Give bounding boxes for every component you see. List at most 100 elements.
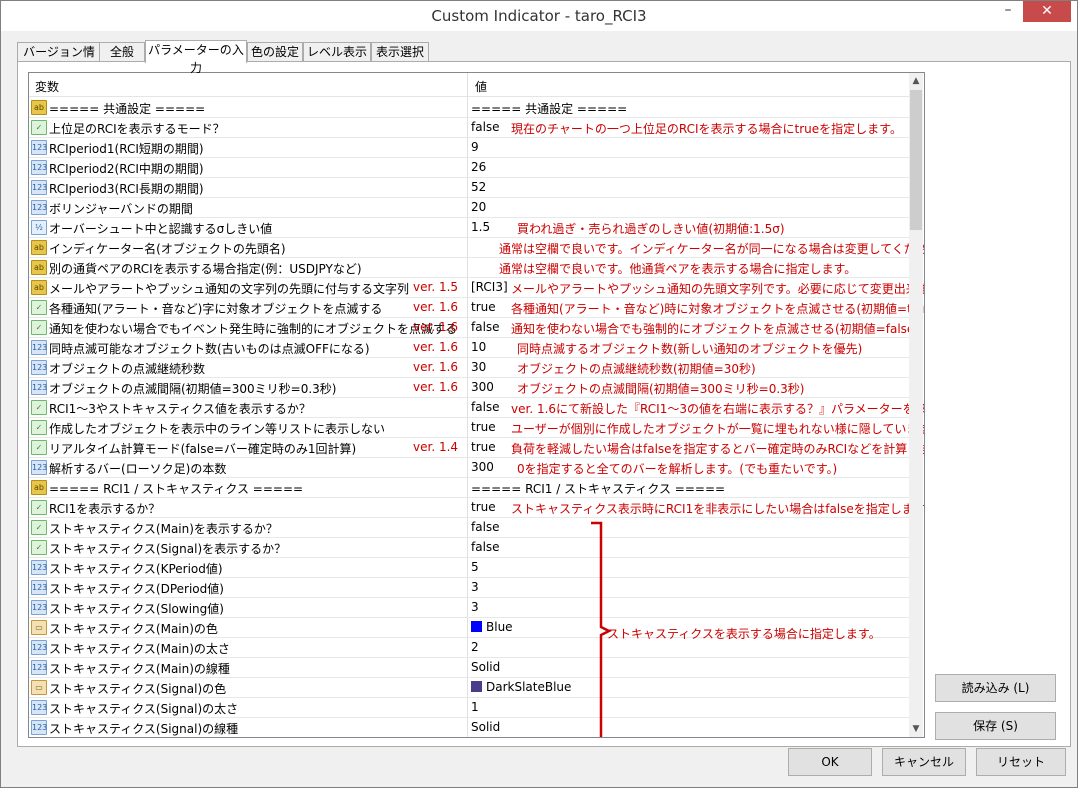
param-value[interactable]: true <box>471 420 496 434</box>
ok-button[interactable]: OK <box>788 748 872 776</box>
param-name: リアルタイム計算モード(false=バー確定時のみ1回計算) <box>49 442 357 456</box>
integer-icon: 123 <box>31 460 47 475</box>
table-row[interactable]: 123 ストキャスティクス(Signal)の線種 Solid <box>29 717 909 737</box>
string-icon: ab <box>31 100 47 115</box>
row-annotation: 負荷を軽減したい場合はfalseを指定するとバー確定時のみRCIなどを計算します… <box>511 442 925 456</box>
table-row[interactable]: ✓ ストキャスティクス(Main)を表示するか？ false <box>29 517 909 538</box>
param-value[interactable]: 300 <box>471 460 494 474</box>
param-value[interactable]: 5 <box>471 560 479 574</box>
table-row[interactable]: 123 オブジェクトの点滅間隔(初期値=300ミリ秒=0.3秒) ver. 1.6 3… <box>29 377 909 398</box>
table-row[interactable]: 123 ストキャスティクス(Main)の線種 Solid <box>29 657 909 678</box>
dialog-window: Custom Indicator - taro_RCI3 – ✕ バージョン情報… <box>0 0 1078 788</box>
param-name: ストキャスティクス(Signal)の線種 <box>49 722 239 736</box>
table-row[interactable]: ab メールやアラートやプッシュ通知の文字列の先頭に付与する文字列 ver. 1.5… <box>29 277 924 298</box>
param-value[interactable]: 52 <box>471 180 486 194</box>
table-row[interactable]: 123 オブジェクトの点滅継続秒数 ver. 1.6 30 オブジェクトの点滅継続秒数(… <box>29 357 909 378</box>
table-row[interactable]: 123 RCIperiod1(RCI短期の期間) 9 <box>29 137 909 158</box>
table-row[interactable]: ab ===== RCI1 / ストキャスティクス ===== ===== RCI1… <box>29 477 909 498</box>
param-value[interactable]: 300 <box>471 380 494 394</box>
table-row[interactable]: ✓ RCI1を表示するか？ true ストキャスティクス表示時にRCI1を非表示にした… <box>29 497 924 518</box>
param-value[interactable]: 20 <box>471 200 486 214</box>
param-value[interactable]: 10 <box>471 340 486 354</box>
scroll-down-icon[interactable]: ▼ <box>909 721 923 737</box>
table-row[interactable]: ▭ ストキャスティクス(Signal)の色 DarkSlateBlue <box>29 677 909 698</box>
tab-levels[interactable]: レベル表示 <box>303 42 371 61</box>
param-value[interactable]: false <box>471 320 500 334</box>
table-row[interactable]: 123 RCIperiod2(RCI中期の期間) 26 <box>29 157 909 178</box>
color-name: Blue <box>486 620 513 634</box>
table-row[interactable]: ✓ 通知を使わない場合でもイベント発生時に強制的にオブジェクトを点滅する ver. … <box>29 317 919 338</box>
table-row[interactable]: ✓ RCI1～3やストキャスティクス値を表示するか？ false ver. 1.6にて… <box>29 397 924 418</box>
scroll-up-icon[interactable]: ▲ <box>909 73 923 89</box>
param-value[interactable]: ===== RCI1 / ストキャスティクス ===== <box>471 480 725 497</box>
param-value[interactable]: 1.5 <box>471 220 490 234</box>
tab-colors[interactable]: 色の設定 <box>247 42 303 61</box>
reset-button[interactable]: リセット <box>976 748 1066 776</box>
param-value[interactable]: DarkSlateBlue <box>471 680 571 694</box>
cancel-button[interactable]: キャンセル <box>882 748 966 776</box>
table-row[interactable]: 123 ボリンジャーバンドの期間 20 <box>29 197 909 218</box>
version-annotation: ver. 1.6 <box>413 380 459 394</box>
row-annotation: 通知を使わない場合でも強制的にオブジェクトを点滅させる(初期値=false) <box>511 322 919 336</box>
table-row[interactable]: 123 解析するバー(ローソク足)の本数 300 0を指定すると全てのバーを解析します… <box>29 457 909 478</box>
param-value[interactable]: 2 <box>471 640 479 654</box>
integer-icon: 123 <box>31 380 47 395</box>
title-bar: Custom Indicator - taro_RCI3 – ✕ <box>1 1 1077 31</box>
save-button[interactable]: 保存 (S) <box>935 712 1056 740</box>
tab-visualization[interactable]: 表示選択 <box>371 42 429 61</box>
minimize-button[interactable]: – <box>993 1 1023 23</box>
table-row[interactable]: ✓ 作成したオブジェクトを表示中のライン等リストに表示しない true ユーザーが個別… <box>29 417 924 438</box>
column-header-variable[interactable]: 変数 <box>35 78 59 95</box>
param-name: 通知を使わない場合でもイベント発生時に強制的にオブジェクトを点滅する <box>49 322 458 336</box>
row-annotation: オブジェクトの点滅間隔(初期値=300ミリ秒=0.3秒) <box>517 382 805 396</box>
table-row[interactable]: 123 ストキャスティクス(KPeriod値) 5 <box>29 557 909 578</box>
param-value[interactable]: false <box>471 120 500 134</box>
integer-icon: 123 <box>31 200 47 215</box>
table-row[interactable]: 123 ストキャスティクス(Slowing値) 3 <box>29 597 909 618</box>
param-value[interactable]: true <box>471 440 496 454</box>
param-value[interactable]: 3 <box>471 580 479 594</box>
table-row[interactable]: ✓ ストキャスティクス(Signal)を表示するか？ false <box>29 537 909 558</box>
param-name: ストキャスティクス(Signal)を表示するか？ <box>49 542 287 556</box>
string-icon: ab <box>31 280 47 295</box>
param-value[interactable]: [RCI3] <box>471 280 508 294</box>
tab-parameters[interactable]: パラメーターの入力 <box>145 40 247 75</box>
param-value[interactable]: ===== 共通設定 ===== <box>471 100 627 117</box>
table-row[interactable]: 123 RCIperiod3(RCI長期の期間) 52 <box>29 177 909 198</box>
table-row[interactable]: 123 同時点滅可能なオブジェクト数(古いものは点滅OFFになる) ver. 1.6… <box>29 337 909 358</box>
param-name: 同時点滅可能なオブジェクト数(古いものは点滅OFFになる) <box>49 342 370 356</box>
param-value[interactable]: false <box>471 520 500 534</box>
table-row[interactable]: ab 別の通貨ペアのRCIを表示する場合指定(例：USDJPYなど) 通常は空欄で良… <box>29 257 909 278</box>
vertical-scrollbar[interactable]: ▲ ▼ <box>909 73 923 737</box>
color-swatch <box>471 681 482 692</box>
param-value[interactable]: true <box>471 500 496 514</box>
load-button[interactable]: 読み込み (L) <box>935 674 1056 702</box>
param-value[interactable]: 30 <box>471 360 486 374</box>
table-row[interactable]: 123 ストキャスティクス(DPeriod値) 3 <box>29 577 909 598</box>
table-row[interactable]: 123 ストキャスティクス(Signal)の太さ 1 <box>29 697 909 718</box>
param-value[interactable]: false <box>471 540 500 554</box>
table-row[interactable]: ab ===== 共通設定 ===== ===== 共通設定 ===== <box>29 97 909 118</box>
param-value[interactable]: 3 <box>471 600 479 614</box>
boolean-icon: ✓ <box>31 420 47 435</box>
table-row[interactable]: ✓ 各種通知(アラート・音など)字に対象オブジェクトを点滅する ver. 1.6 tr… <box>29 297 924 318</box>
param-value[interactable]: Solid <box>471 720 500 734</box>
param-value[interactable]: false <box>471 400 500 414</box>
param-value[interactable]: 9 <box>471 140 479 154</box>
close-button[interactable]: ✕ <box>1023 1 1071 22</box>
param-value[interactable]: 1 <box>471 700 479 714</box>
scroll-thumb[interactable] <box>910 90 922 230</box>
param-value[interactable]: Solid <box>471 660 500 674</box>
tab-general[interactable]: 全般 <box>99 42 145 61</box>
tab-version-info[interactable]: バージョン情報 <box>17 42 101 77</box>
boolean-icon: ✓ <box>31 520 47 535</box>
param-value[interactable]: Blue <box>471 620 513 634</box>
param-value[interactable]: true <box>471 300 496 314</box>
table-row[interactable]: ✓ 上位足のRCIを表示するモード？ false 現在のチャートの一つ上位足のRCIを… <box>29 117 909 138</box>
table-row[interactable]: ab インディケーター名(オブジェクトの先頭名) 通常は空欄で良いです。インディケー… <box>29 237 924 258</box>
column-header-value[interactable]: 値 <box>475 78 487 95</box>
integer-icon: 123 <box>31 660 47 675</box>
table-row[interactable]: ✓ リアルタイム計算モード(false=バー確定時のみ1回計算) ver. 1.4 t… <box>29 437 924 458</box>
param-value[interactable]: 26 <box>471 160 486 174</box>
table-row[interactable]: ½ オーバーシュート中と認識するσしきい値 1.5 買われ過ぎ・売られ過ぎのしきい値(… <box>29 217 909 238</box>
